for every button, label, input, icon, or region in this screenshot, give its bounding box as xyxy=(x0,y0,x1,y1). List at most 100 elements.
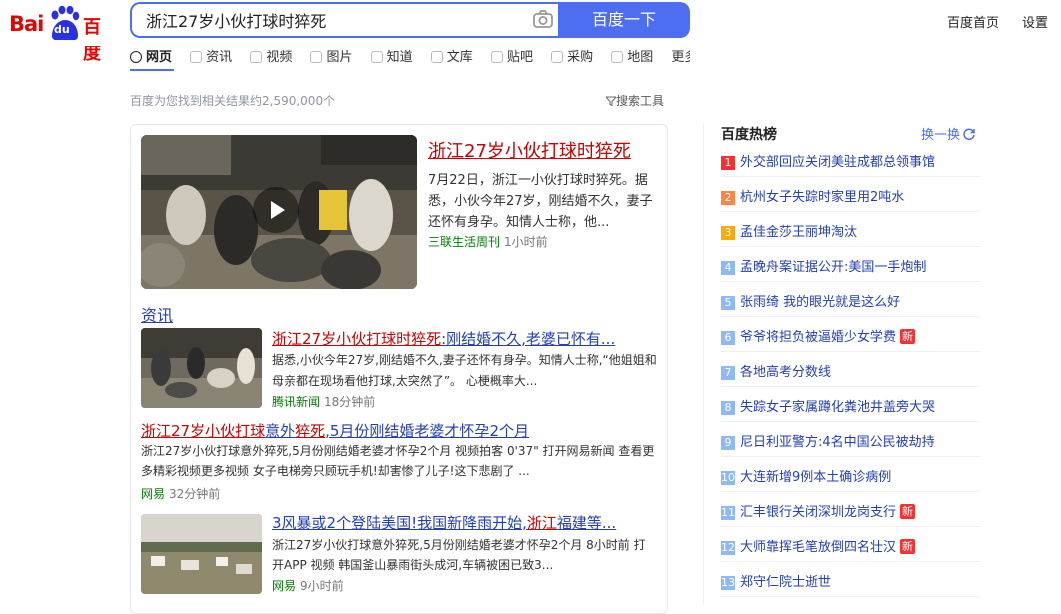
hot-rank-badge: 4 xyxy=(721,261,735,275)
result-count: 百度为您找到相关结果约2,590,000个 xyxy=(130,94,336,108)
news-source: 腾讯新闻 18分钟前 xyxy=(272,393,375,410)
hot-list-item[interactable]: 7 各地高考分数线 xyxy=(721,353,980,387)
hot-list-item[interactable]: 4 孟晚舟案证据公开:美国一手炮制 xyxy=(721,248,980,282)
document-icon xyxy=(430,51,443,63)
camera-icon[interactable] xyxy=(532,9,558,31)
hot-item-text: 各地高考分数线 xyxy=(740,365,832,380)
tab-label: 资讯 xyxy=(206,50,233,65)
hot-list-item[interactable]: 9 尼日利亚警方:4名中国公民被劫持 xyxy=(721,423,980,457)
new-badge: 新 xyxy=(900,329,916,344)
news-title-text: 意外 xyxy=(265,422,296,440)
hot-list-item[interactable]: 8 失踪女子家属蹲化粪池井盖旁大哭 xyxy=(721,388,980,422)
hot-rank-badge: 11 xyxy=(721,506,735,520)
source-name[interactable]: 腾讯新闻 xyxy=(272,395,320,409)
tab-images[interactable]: 图片 xyxy=(310,46,352,65)
news-icon xyxy=(190,51,203,63)
question-icon xyxy=(370,51,383,63)
tab-wenku[interactable]: 文库 xyxy=(430,46,473,65)
source-name[interactable]: 网易 xyxy=(272,579,296,593)
play-icon[interactable] xyxy=(253,187,299,233)
news-heading[interactable]: 资讯 xyxy=(141,302,173,326)
hot-list-item[interactable]: 13 郑守仁院士逝世 xyxy=(721,563,980,597)
hot-rank-badge: 7 xyxy=(721,366,735,380)
search-button[interactable]: 百度一下 xyxy=(558,2,690,38)
news-title[interactable]: 3风暴或2个登陆美国!我国新降雨开始,浙江福建等... xyxy=(272,512,616,533)
result-time: 1小时前 xyxy=(504,235,548,249)
logo-text-bai: Bai xyxy=(9,12,44,36)
main-result-title[interactable]: 浙江27岁小伙打球时猝死 xyxy=(428,137,631,163)
hot-rank-badge: 2 xyxy=(721,191,735,205)
news-title[interactable]: 浙江27岁小伙打球意外猝死,5月份刚结婚老婆才怀孕2个月 xyxy=(141,420,529,441)
tab-web[interactable]: 网页 xyxy=(130,46,172,65)
hot-list-item[interactable]: 5 张雨绮 我的眼光就是这么好 xyxy=(721,283,980,317)
new-badge: 新 xyxy=(900,539,916,554)
hot-list-item[interactable]: 10 大连新增9例本土确诊病例 xyxy=(721,458,980,492)
baidu-logo[interactable]: Bai du 百度 xyxy=(9,4,113,64)
source-name[interactable]: 网易 xyxy=(141,487,165,501)
news-title-highlight: 浙江27岁小伙打球 xyxy=(141,422,266,440)
settings-link[interactable]: 设置 xyxy=(1022,12,1048,31)
tab-more[interactable]: 更多 xyxy=(671,46,690,65)
hot-rank-badge: 12 xyxy=(721,541,735,555)
refresh-button[interactable]: 换一换 xyxy=(921,124,976,143)
hot-rank-badge: 10 xyxy=(721,471,735,485)
hot-list-item[interactable]: 3 孟佳金莎王丽坤淘汰 xyxy=(721,213,980,247)
hot-list-item[interactable]: 12 大师靠挥毛笔放倒四名壮汉新 xyxy=(721,528,980,562)
news-title-highlight: 浙江27岁小伙打球时猝死 xyxy=(272,330,442,348)
tab-label: 知道 xyxy=(386,50,413,65)
tab-map[interactable]: 地图 xyxy=(611,46,653,65)
nav-clip xyxy=(0,40,700,46)
tab-video[interactable]: 视频 xyxy=(250,46,292,65)
tab-label: 地图 xyxy=(627,50,654,65)
tab-label: 文库 xyxy=(446,50,473,65)
hot-item-text: 孟佳金莎王丽坤淘汰 xyxy=(740,225,858,240)
main-result-snippet: 7月22日，浙江一小伙打球时猝死。据悉，小伙今年27岁，刚结婚不久，妻子还怀有身… xyxy=(428,173,653,230)
news-source: 网易 32分钟前 xyxy=(141,485,220,502)
source-name[interactable]: 三联生活周刊 xyxy=(428,235,500,249)
news-time: 18分钟前 xyxy=(324,395,376,409)
hot-rank-badge: 6 xyxy=(721,331,735,345)
search-icon xyxy=(130,51,142,63)
search-tools-button[interactable]: 搜索工具 xyxy=(604,92,664,109)
search-input[interactable] xyxy=(146,4,526,36)
tab-purchase[interactable]: 采购 xyxy=(551,46,593,65)
hot-item-text: 尼日利亚警方:4名中国公民被劫持 xyxy=(740,435,935,450)
hot-item-text: 孟晚舟案证据公开:美国一手炮制 xyxy=(740,260,927,275)
news-snippet: 据悉,小伙今年27岁,刚结婚不久,妻子还怀有身孕。知情人士称,“他姐姐和母亲都在… xyxy=(272,353,657,388)
tab-zhidao[interactable]: 知道 xyxy=(370,46,413,65)
hot-item-text: 张雨绮 我的眼光就是这么好 xyxy=(740,295,901,310)
news-thumbnail[interactable] xyxy=(141,328,262,408)
video-thumbnail[interactable] xyxy=(141,135,417,289)
hot-rank-badge: 5 xyxy=(721,296,735,310)
hot-list-item[interactable]: 2 杭州女子失踪时家里用2吨水 xyxy=(721,178,980,212)
tab-label: 视频 xyxy=(266,50,293,65)
tab-label: 图片 xyxy=(326,50,353,65)
hot-item-text: 汇丰银行关闭深圳龙岗支行 xyxy=(740,505,897,520)
tab-label: 采购 xyxy=(567,50,594,65)
hot-list-item[interactable]: 1 外交部回应关闭美驻成都总领事馆 xyxy=(721,143,980,177)
news-title-text: 福建等... xyxy=(556,514,617,532)
logo-text-cn: 百度 xyxy=(83,17,101,64)
home-link[interactable]: 百度首页 xyxy=(947,12,999,31)
map-icon xyxy=(611,51,624,63)
active-tab-underline xyxy=(130,69,174,71)
news-title-text: :刚结婚不久,老婆已怀有... xyxy=(441,330,616,348)
tab-label: 贴吧 xyxy=(506,50,533,65)
new-badge: 新 xyxy=(900,504,916,519)
hot-list-title: 百度热榜 xyxy=(721,127,777,143)
hot-item-text: 大连新增9例本土确诊病例 xyxy=(740,470,892,485)
news-title[interactable]: 浙江27岁小伙打球时猝死:刚结婚不久,老婆已怀有... xyxy=(272,328,615,349)
news-snippet: 浙江27岁小伙打球意外猝死,5月份刚结婚老婆才怀孕2个月 视频拍客 0'37" … xyxy=(141,444,655,478)
news-thumbnail[interactable] xyxy=(141,514,262,594)
hot-list-item[interactable]: 6 爷爷将担负被逼婚少女学费新 xyxy=(721,318,980,352)
news-title-highlight: 猝死 xyxy=(295,422,326,440)
hot-rank-badge: 9 xyxy=(721,436,735,450)
hot-list-item[interactable]: 11 汇丰银行关闭深圳龙岗支行新 xyxy=(721,493,980,527)
tab-news[interactable]: 资讯 xyxy=(190,46,232,65)
search-box xyxy=(130,2,558,38)
news-image xyxy=(141,514,262,594)
video-icon xyxy=(250,51,263,63)
news-title-text: 3风暴或2个登陆美国!我国新降雨开始, xyxy=(272,514,527,532)
tab-tieba[interactable]: 贴吧 xyxy=(490,46,533,65)
tab-label: 更多 xyxy=(671,50,690,65)
